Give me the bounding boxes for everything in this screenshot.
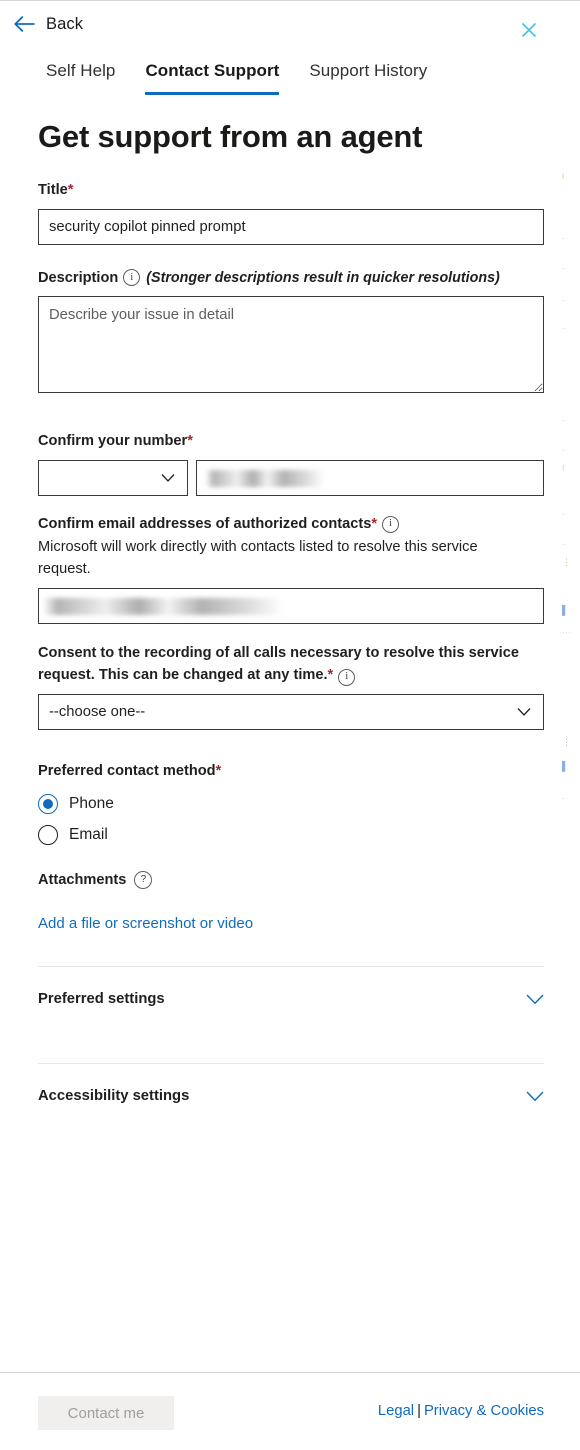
support-panel: i - - - - - - I - - ⋮ ▌ ⋯ ⋮ ▌ - Back Sel… [0,0,580,1450]
required-marker: * [187,433,193,450]
accordion-accessibility-settings[interactable]: Accessibility settings [38,1064,544,1128]
privacy-cookies-link[interactable]: Privacy & Cookies [424,1403,544,1419]
email-field-group: Confirm email addresses of authorized co… [38,513,544,624]
back-button-label: Back [46,15,84,33]
radio-option-phone[interactable]: Phone [38,793,544,814]
page-title: Get support from an agent [38,119,423,154]
question-mark-icon[interactable]: ? [134,870,153,889]
redacted-email-value [43,597,283,615]
email-label-text: Confirm email addresses of authorized co… [38,515,372,532]
close-icon[interactable] [516,17,542,43]
required-marker: * [215,762,222,779]
chevron-down-icon [517,707,531,716]
required-marker: * [371,515,377,532]
panel-topbar: Back [0,1,580,53]
description-hint: (Stronger descriptions result in quicker… [146,269,500,286]
chevron-down-icon [526,994,544,1005]
title-input[interactable] [38,208,544,245]
title-label-text: Title [38,182,68,198]
tab-self-help[interactable]: Self Help [46,61,115,95]
authorized-contacts-input[interactable] [38,587,544,624]
radio-phone-label: Phone [69,794,114,812]
back-button[interactable]: Back [10,14,87,35]
consent-select[interactable]: --choose one-- [38,693,544,730]
email-field-label: Confirm email addresses of authorized co… [38,513,544,536]
description-field-group: Description i (Stronger descriptions res… [38,267,544,399]
number-row [38,459,544,496]
phone-number-input[interactable] [196,459,544,496]
tab-support-history[interactable]: Support History [309,61,427,95]
contact-method-label: Preferred contact method * [38,760,544,783]
number-label-text: Confirm your number [38,433,188,450]
radio-email-indicator [38,824,58,845]
accordion-preferred-settings-label: Preferred settings [38,991,165,1008]
accordion-body-preferred-settings [38,1031,544,1063]
title-field-group: Title * [38,179,544,245]
country-code-select[interactable] [38,459,188,496]
description-field-label: Description i (Stronger descriptions res… [38,267,544,290]
required-marker: * [327,667,334,684]
chevron-down-icon [526,1091,544,1102]
legal-link[interactable]: Legal [378,1403,414,1419]
background-bleed: i - - - - - - I - - ⋮ ▌ ⋯ ⋮ ▌ - [562,171,571,803]
panel-footer: Contact me Legal | Privacy & Cookies [0,1372,580,1450]
accordion-preferred-settings[interactable]: Preferred settings [38,967,544,1031]
legal-separator: | [417,1403,421,1419]
attachments-label-text: Attachments [38,871,127,888]
number-field-group: Confirm your number * [38,430,544,496]
description-textarea[interactable] [38,296,544,394]
required-marker: * [67,182,74,198]
email-field-description: Microsoft will work directly with contac… [38,539,478,577]
legal-links: Legal | Privacy & Cookies [378,1403,544,1419]
redacted-phone-value [206,469,324,487]
info-icon[interactable]: i [382,515,399,533]
attachments-group: Attachments ? Add a file or screenshot o… [38,869,544,934]
support-form: Title* Description i (Stronger descripti… [38,179,544,1128]
description-label-text: Description [38,269,119,286]
title-field-label: Title * [38,179,544,202]
radio-phone-indicator [38,793,58,814]
accordion-accessibility-settings-label: Accessibility settings [38,1088,190,1105]
tab-contact-support[interactable]: Contact Support [145,61,279,95]
radio-option-email[interactable]: Email [38,824,544,845]
add-attachment-link[interactable]: Add a file or screenshot or video [38,915,253,932]
contact-method-group: Preferred contact method * Phone Email [38,760,544,845]
consent-selected-value: --choose one-- [49,703,146,720]
contact-method-label-text: Preferred contact method [38,762,216,779]
consent-field-group: Consent to the recording of all calls ne… [38,642,544,730]
consent-label-text: Consent to the recording of all calls ne… [38,644,519,684]
info-icon[interactable]: i [123,269,141,287]
support-tabs: Self Help Contact Support Support Histor… [46,61,427,95]
arrow-left-icon [14,16,36,33]
info-icon[interactable]: i [338,668,356,686]
accordion-list: Preferred settings Accessibility setting… [38,966,544,1128]
chevron-down-icon [161,473,175,482]
radio-email-label: Email [69,825,108,843]
attachments-label: Attachments ? [38,869,544,892]
contact-me-button[interactable]: Contact me [38,1396,174,1430]
number-field-label: Confirm your number * [38,430,544,453]
consent-field-label: Consent to the recording of all calls ne… [38,642,538,687]
